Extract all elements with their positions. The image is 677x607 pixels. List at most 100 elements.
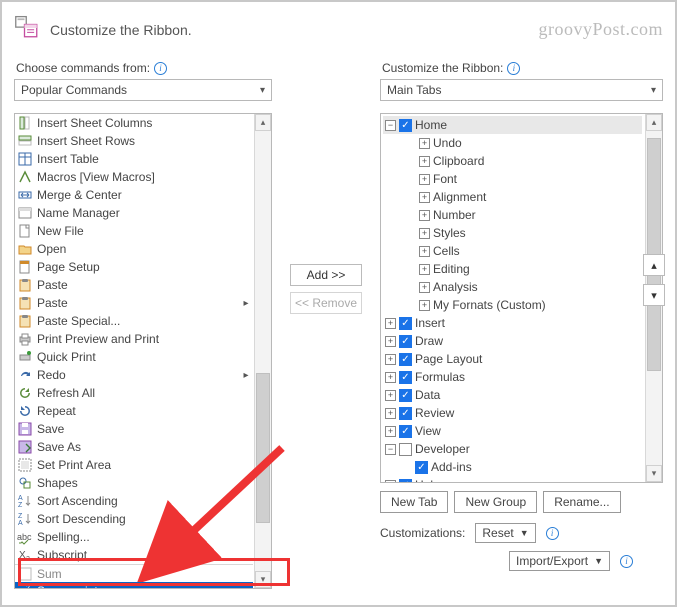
command-item[interactable]: Quick Print bbox=[15, 348, 253, 366]
tree-node[interactable]: +✓Review bbox=[383, 404, 642, 422]
tree-node[interactable]: +✓View bbox=[383, 422, 642, 440]
command-item[interactable]: Macros [View Macros] bbox=[15, 168, 253, 186]
expand-toggle[interactable]: + bbox=[385, 390, 396, 401]
command-item[interactable]: Insert Sheet Rows bbox=[15, 132, 253, 150]
command-item[interactable]: Paste▸ bbox=[15, 294, 253, 312]
tree-node[interactable]: +✓Data bbox=[383, 386, 642, 404]
info-icon[interactable]: i bbox=[546, 527, 559, 540]
info-icon[interactable]: i bbox=[154, 62, 167, 75]
expand-toggle[interactable]: + bbox=[385, 336, 396, 347]
expand-toggle[interactable]: + bbox=[419, 300, 430, 311]
checkbox[interactable]: ✓ bbox=[399, 479, 412, 483]
expand-toggle[interactable]: + bbox=[419, 228, 430, 239]
move-up-button[interactable]: ▴ bbox=[643, 254, 665, 276]
expand-toggle[interactable]: + bbox=[385, 354, 396, 365]
expand-toggle[interactable]: + bbox=[419, 210, 430, 221]
command-item[interactable]: Sum bbox=[15, 564, 253, 582]
tree-node[interactable]: +Undo bbox=[383, 134, 642, 152]
command-item[interactable]: Insert Sheet Columns bbox=[15, 114, 253, 132]
checkbox[interactable]: ✓ bbox=[399, 335, 412, 348]
tree-node[interactable]: +✓Insert bbox=[383, 314, 642, 332]
rename-button[interactable]: Rename... bbox=[543, 491, 620, 513]
scroll-down-button[interactable]: ▾ bbox=[255, 571, 271, 588]
command-item[interactable]: Redo▸ bbox=[15, 366, 253, 384]
tree-node[interactable]: +✓Draw bbox=[383, 332, 642, 350]
tree-node[interactable]: +✓Page Layout bbox=[383, 350, 642, 368]
checkbox[interactable]: ✓ bbox=[399, 317, 412, 330]
command-item[interactable]: Insert Table bbox=[15, 150, 253, 168]
checkbox[interactable]: ✓ bbox=[399, 407, 412, 420]
expand-toggle[interactable]: + bbox=[419, 156, 430, 167]
tree-node[interactable]: +Cells bbox=[383, 242, 642, 260]
tree-node[interactable]: −✓Home bbox=[383, 116, 642, 134]
commands-listbox[interactable]: Insert Sheet ColumnsInsert Sheet RowsIns… bbox=[14, 113, 272, 589]
add-button[interactable]: Add >> bbox=[290, 264, 362, 286]
expand-toggle[interactable]: + bbox=[385, 426, 396, 437]
tree-node[interactable]: +Styles bbox=[383, 224, 642, 242]
checkbox[interactable]: ✓ bbox=[415, 461, 428, 474]
expand-toggle[interactable]: + bbox=[419, 246, 430, 257]
info-icon[interactable]: i bbox=[507, 62, 520, 75]
expand-toggle[interactable]: + bbox=[419, 264, 430, 275]
expand-toggle[interactable]: + bbox=[385, 480, 396, 483]
expand-toggle[interactable]: + bbox=[385, 318, 396, 329]
command-item[interactable]: Save As bbox=[15, 438, 253, 456]
command-item[interactable]: X2Subscript bbox=[15, 546, 253, 564]
tree-node[interactable]: +Alignment bbox=[383, 188, 642, 206]
expand-toggle[interactable]: + bbox=[419, 174, 430, 185]
command-item[interactable]: Repeat bbox=[15, 402, 253, 420]
reset-dropdown[interactable]: Reset▼ bbox=[475, 523, 535, 543]
command-item[interactable]: Set Print Area bbox=[15, 456, 253, 474]
new-tab-button[interactable]: New Tab bbox=[380, 491, 448, 513]
command-item[interactable]: New File bbox=[15, 222, 253, 240]
tree-node[interactable]: +Analysis bbox=[383, 278, 642, 296]
expand-toggle[interactable] bbox=[401, 462, 412, 473]
command-item-selected[interactable]: X2Superscript bbox=[15, 582, 253, 588]
command-item[interactable]: Save bbox=[15, 420, 253, 438]
tree-node[interactable]: ✓Add-ins bbox=[383, 458, 642, 476]
checkbox[interactable]: ✓ bbox=[399, 353, 412, 366]
collapse-toggle[interactable]: − bbox=[385, 444, 396, 455]
expand-toggle[interactable]: + bbox=[385, 408, 396, 419]
command-item[interactable]: Page Setup bbox=[15, 258, 253, 276]
tree-node[interactable]: +Editing bbox=[383, 260, 642, 278]
command-item[interactable]: Paste Special... bbox=[15, 312, 253, 330]
tree-node[interactable]: +Number bbox=[383, 206, 642, 224]
expand-toggle[interactable]: + bbox=[419, 282, 430, 293]
checkbox[interactable] bbox=[399, 443, 412, 456]
scroll-up-button[interactable]: ▴ bbox=[255, 114, 271, 131]
expand-toggle[interactable]: + bbox=[385, 372, 396, 383]
import-export-dropdown[interactable]: Import/Export▼ bbox=[509, 551, 610, 571]
command-item[interactable]: Shapes▸ bbox=[15, 474, 253, 492]
commands-source-dropdown[interactable]: Popular Commands ▾ bbox=[14, 79, 272, 101]
tree-node[interactable]: +✓Help bbox=[383, 476, 642, 482]
tree-node[interactable]: +Clipboard bbox=[383, 152, 642, 170]
command-item[interactable]: abcSpelling... bbox=[15, 528, 253, 546]
checkbox[interactable]: ✓ bbox=[399, 371, 412, 384]
scroll-down-button[interactable]: ▾ bbox=[646, 465, 662, 482]
command-item[interactable]: Merge & Center bbox=[15, 186, 253, 204]
command-item[interactable]: AZSort Ascending bbox=[15, 492, 253, 510]
tree-node[interactable]: +Font bbox=[383, 170, 642, 188]
scroll-up-button[interactable]: ▴ bbox=[646, 114, 662, 131]
tree-node[interactable]: +✓Formulas bbox=[383, 368, 642, 386]
tree-node[interactable]: −Developer bbox=[383, 440, 642, 458]
tabs-scope-dropdown[interactable]: Main Tabs ▾ bbox=[380, 79, 663, 101]
move-down-button[interactable]: ▾ bbox=[643, 284, 665, 306]
scroll-thumb[interactable] bbox=[256, 373, 270, 523]
command-item[interactable]: ZASort Descending bbox=[15, 510, 253, 528]
new-group-button[interactable]: New Group bbox=[454, 491, 537, 513]
remove-button[interactable]: << Remove bbox=[290, 292, 362, 314]
ribbon-tree[interactable]: −✓Home+Undo+Clipboard+Font+Alignment+Num… bbox=[380, 113, 663, 483]
scrollbar[interactable]: ▴ ▾ bbox=[254, 114, 271, 588]
expand-toggle[interactable]: + bbox=[419, 138, 430, 149]
checkbox[interactable]: ✓ bbox=[399, 119, 412, 132]
checkbox[interactable]: ✓ bbox=[399, 425, 412, 438]
tree-node[interactable]: +My Fornats (Custom) bbox=[383, 296, 642, 314]
info-icon[interactable]: i bbox=[620, 555, 633, 568]
command-item[interactable]: Open bbox=[15, 240, 253, 258]
command-item[interactable]: Paste bbox=[15, 276, 253, 294]
command-item[interactable]: Print Preview and Print bbox=[15, 330, 253, 348]
expand-toggle[interactable]: + bbox=[419, 192, 430, 203]
command-item[interactable]: Refresh All bbox=[15, 384, 253, 402]
